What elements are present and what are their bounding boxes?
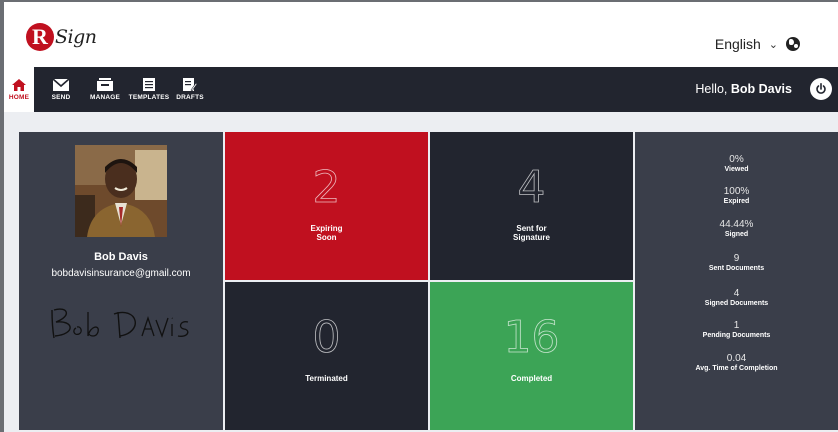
stat-value: 0% xyxy=(729,154,744,165)
tile-label-line: Terminated xyxy=(305,374,348,383)
dashboard: Bob Davis bobdavisinsurance@gmail.com 2 … xyxy=(4,122,838,432)
tile-sent-for-signature[interactable]: 4 Sent for Signature xyxy=(430,132,633,280)
stat-label: Expired xyxy=(723,198,750,205)
logo-initial: R xyxy=(26,23,54,51)
tile-expiring-soon[interactable]: 2 Expiring Soon xyxy=(225,132,428,280)
main-nav: HOME SEND MANAGE TEMPLATES DRAFTS Hello,… xyxy=(4,67,838,112)
power-icon xyxy=(816,83,826,94)
logo-text: Sign xyxy=(55,26,97,48)
stat-value: 44.44% xyxy=(719,219,754,230)
stat-value: 1 xyxy=(733,320,740,331)
greeting-text: Hello, xyxy=(695,82,728,96)
nav-label: TEMPLATES xyxy=(128,94,170,101)
profile-email: bobdavisinsurance@gmail.com xyxy=(51,268,191,279)
tile-value: 16 xyxy=(503,312,560,363)
nav-templates[interactable]: TEMPLATES xyxy=(126,67,172,112)
stat-value: 0.04 xyxy=(726,353,747,364)
stat-label: Avg. Time of Completion xyxy=(695,365,778,372)
tile-value: 0 xyxy=(312,312,341,363)
user-name: Bob Davis xyxy=(730,82,792,96)
stats-panel: 0% Viewed 100% Expired 44.44% Signed 9 S… xyxy=(635,132,838,430)
language-label: English xyxy=(714,36,761,52)
nav-send[interactable]: SEND xyxy=(46,67,76,112)
stat-label: Pending Documents xyxy=(702,332,771,339)
stat-avg-time: 0.04 Avg. Time of Completion xyxy=(635,354,838,373)
document-icon xyxy=(143,78,155,91)
tile-value: 2 xyxy=(312,162,341,213)
nav-home[interactable]: HOME xyxy=(4,67,34,112)
stat-label: Viewed xyxy=(724,166,749,173)
stat-value: 100% xyxy=(723,186,750,197)
tile-completed[interactable]: 16 Completed xyxy=(430,282,633,430)
language-selector[interactable]: English ⌄ xyxy=(715,36,800,52)
tile-label: Terminated xyxy=(292,374,362,383)
user-greeting: Hello, Bob Davis xyxy=(695,82,792,96)
chevron-down-icon: ⌄ xyxy=(768,38,778,51)
stat-sent-documents: 9 Sent Documents xyxy=(635,254,838,273)
nav-label: DRAFTS xyxy=(176,94,204,101)
stat-viewed: 0% Viewed xyxy=(635,155,838,174)
tile-value: 4 xyxy=(517,162,546,213)
signature-image xyxy=(19,302,223,342)
stat-label: Signed Documents xyxy=(704,300,769,307)
stat-label: Sent Documents xyxy=(708,265,765,272)
tile-label-line: Signature xyxy=(513,233,550,242)
stat-expired: 100% Expired xyxy=(635,187,838,206)
logout-button[interactable] xyxy=(810,78,832,100)
stat-value: 9 xyxy=(733,253,740,264)
stat-signed-documents: 4 Signed Documents xyxy=(635,289,838,308)
inbox-icon xyxy=(97,78,113,91)
nav-label: MANAGE xyxy=(89,94,121,101)
stat-value: 4 xyxy=(733,288,740,299)
globe-icon xyxy=(786,37,800,51)
nav-label: SEND xyxy=(51,93,71,101)
nav-manage[interactable]: MANAGE xyxy=(87,67,123,112)
top-header: R Sign English ⌄ xyxy=(4,2,838,67)
stat-label: Signed xyxy=(724,231,749,238)
tile-label-line: Expiring xyxy=(310,224,343,233)
tile-label-line: Completed xyxy=(510,374,553,383)
tile-label: Completed xyxy=(497,374,567,383)
nav-label: HOME xyxy=(8,93,30,101)
profile-name: Bob Davis xyxy=(94,251,148,263)
tile-label-line: Sent for xyxy=(516,224,547,233)
stat-pending-documents: 1 Pending Documents xyxy=(635,321,838,340)
tile-label: Sent for Signature xyxy=(497,224,567,242)
home-icon xyxy=(12,78,26,91)
tile-label: Expiring Soon xyxy=(292,224,362,242)
envelope-icon xyxy=(53,78,69,91)
draft-icon xyxy=(183,78,197,91)
nav-drafts[interactable]: DRAFTS xyxy=(174,67,206,112)
stat-signed: 44.44% Signed xyxy=(635,220,838,239)
avatar xyxy=(75,145,167,237)
tile-terminated[interactable]: 0 Terminated xyxy=(225,282,428,430)
tile-label-line: Soon xyxy=(316,233,337,242)
profile-card: Bob Davis bobdavisinsurance@gmail.com xyxy=(19,132,223,430)
rsign-logo[interactable]: R Sign xyxy=(26,22,97,52)
